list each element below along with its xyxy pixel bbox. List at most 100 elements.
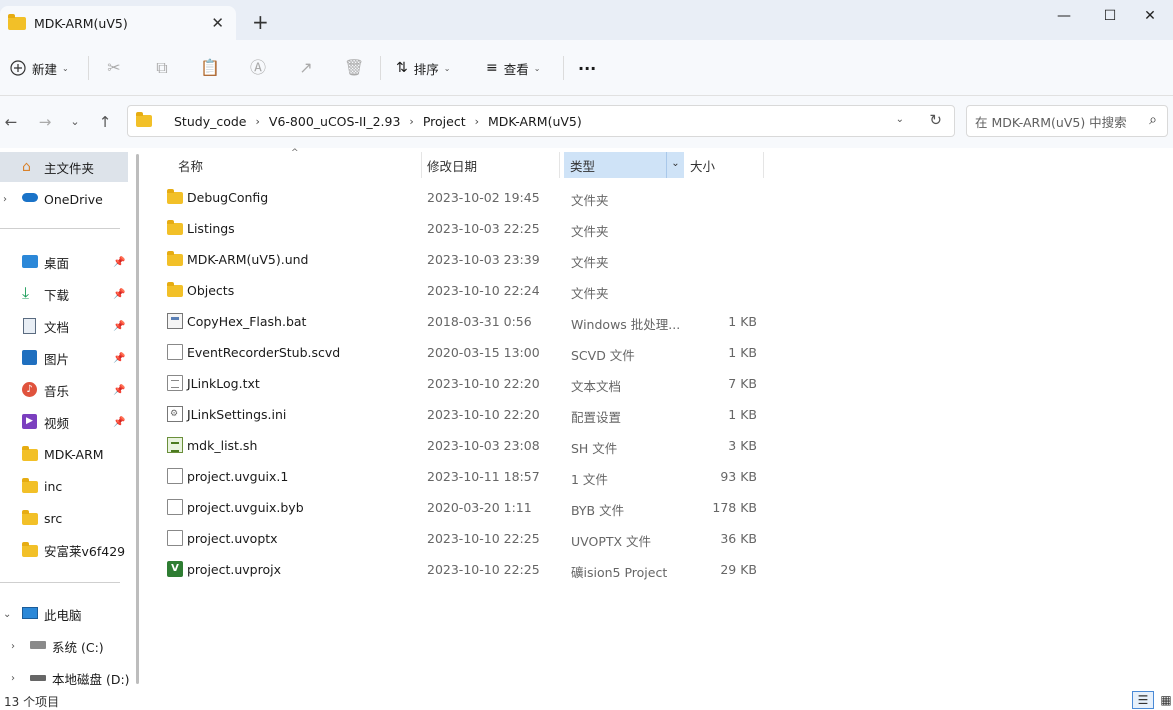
- new-label: 新建: [32, 61, 58, 77]
- pin-icon[interactable]: 📌: [113, 289, 125, 300]
- drive-icon: [30, 641, 46, 649]
- chevron-down-icon[interactable]: ⌄: [3, 609, 11, 620]
- file-row[interactable]: JLinkSettings.ini 2023-10-10 22:20 配置设置 1 K…: [163, 399, 783, 430]
- folder-icon: [22, 510, 38, 525]
- sidebar-item-videos[interactable]: ▶ 视频 📌: [0, 407, 128, 437]
- search-input[interactable]: 在 MDK-ARM(uV5) 中搜索 ⌕: [966, 105, 1168, 137]
- new-tab-button[interactable]: +: [252, 12, 269, 32]
- sidebar-item-downloads[interactable]: ⤓ 下载 📌: [0, 279, 128, 309]
- sort-button[interactable]: ⇅ 排序 ⌄: [396, 54, 450, 82]
- paste-icon[interactable]: 📋: [200, 58, 220, 78]
- copy-icon[interactable]: ⧉: [152, 58, 172, 78]
- view-button[interactable]: ≡ 查看 ⌄: [486, 54, 540, 82]
- address-dropdown-icon[interactable]: ⌄: [896, 114, 904, 125]
- file-row[interactable]: project.uvguix.byb 2020-03-20 1:11 BYB 文件 1…: [163, 492, 783, 523]
- file-row[interactable]: CopyHex_Flash.bat 2018-03-31 0:56 Windows …: [163, 306, 783, 337]
- file-row[interactable]: MDK-ARM(uV5).und 2023-10-03 23:39 文件夹: [163, 244, 783, 275]
- sidebar-item-mdk-arm[interactable]: MDK-ARM: [0, 439, 128, 469]
- file-row[interactable]: mdk_list.sh 2023-10-03 23:08 SH 文件 3 KB: [163, 430, 783, 461]
- chevron-right-icon[interactable]: ›: [11, 673, 15, 684]
- pin-icon[interactable]: 📌: [113, 353, 125, 364]
- column-header-size[interactable]: 大小: [690, 152, 715, 178]
- up-button[interactable]: ↑: [94, 112, 116, 132]
- chevron-right-icon[interactable]: ›: [409, 115, 413, 128]
- sidebar-item-src[interactable]: src: [0, 503, 128, 533]
- sidebar-item-inc[interactable]: inc: [0, 471, 128, 501]
- file-type: 配置设置: [571, 410, 622, 425]
- tab-mdk-arm[interactable]: MDK-ARM(uV5) ✕: [0, 6, 236, 40]
- breadcrumb-v6-800[interactable]: V6-800_uCOS-II_2.93: [269, 114, 401, 129]
- file-row[interactable]: project.uvguix.1 2023-10-11 18:57 1 文件 93 K…: [163, 461, 783, 492]
- pin-icon[interactable]: 📌: [113, 257, 125, 268]
- close-tab-icon[interactable]: ✕: [211, 14, 224, 32]
- delete-icon[interactable]: 🗑: [344, 58, 364, 78]
- chevron-down-icon[interactable]: ⌄: [666, 152, 684, 178]
- column-header-date[interactable]: 修改日期: [427, 152, 477, 178]
- status-bar: 13 个项目 ☰ ▦: [0, 690, 1173, 710]
- sidebar-item-this-pc[interactable]: ⌄ 此电脑: [0, 599, 128, 629]
- file-row[interactable]: Objects 2023-10-10 22:24 文件夹: [163, 275, 783, 306]
- column-header-type[interactable]: 类型 ⌄: [564, 152, 684, 178]
- pictures-icon: [22, 350, 37, 365]
- sidebar-label: src: [44, 510, 63, 526]
- sidebar-item-home[interactable]: ⌂ 主文件夹: [0, 152, 128, 182]
- sidebar-item-anfulai[interactable]: 安富莱v6f429: [0, 535, 128, 565]
- file-name: JLinkLog.txt: [187, 376, 260, 391]
- breadcrumb-project[interactable]: Project: [423, 114, 466, 129]
- file-icon: [167, 530, 183, 546]
- sidebar-item-drive-c[interactable]: › 系统 (C:): [0, 631, 128, 661]
- script-file-icon: [167, 437, 183, 453]
- refresh-icon[interactable]: ↻: [929, 111, 942, 129]
- sidebar-item-onedrive[interactable]: › OneDrive: [0, 184, 128, 214]
- breadcrumb-study-code[interactable]: Study_code: [174, 114, 247, 129]
- file-row[interactable]: JLinkLog.txt 2023-10-10 22:20 文本文档 7 KB: [163, 368, 783, 399]
- column-header-name[interactable]: 名称: [178, 152, 203, 178]
- file-row[interactable]: Listings 2023-10-03 22:25 文件夹: [163, 213, 783, 244]
- column-divider[interactable]: [763, 152, 764, 178]
- column-divider[interactable]: [559, 152, 560, 178]
- minimize-button[interactable]: —: [1041, 0, 1087, 32]
- breadcrumb-mdk-arm[interactable]: MDK-ARM(uV5): [488, 114, 582, 129]
- file-row[interactable]: Vproject.uvprojx 2023-10-10 22:25 礦ision5 …: [163, 554, 783, 585]
- back-button[interactable]: ←: [0, 112, 22, 132]
- share-icon[interactable]: ↗: [296, 58, 316, 78]
- pin-icon[interactable]: 📌: [113, 321, 125, 332]
- sidebar-item-documents[interactable]: 文档 📌: [0, 311, 128, 341]
- file-size: 29 KB: [720, 562, 757, 577]
- sidebar-scrollbar[interactable]: [136, 154, 139, 684]
- rename-icon[interactable]: Ⓐ: [248, 58, 268, 78]
- tiles-view-button[interactable]: ▦: [1155, 691, 1173, 709]
- chevron-right-icon[interactable]: ›: [256, 115, 260, 128]
- search-icon[interactable]: ⌕: [1149, 112, 1157, 128]
- command-bar: 新建 ⌄ ✂ ⧉ 📋 Ⓐ ↗ 🗑 ⇅ 排序 ⌄ ≡ 查看 ⌄ ···: [0, 40, 1173, 96]
- file-date: 2023-10-10 22:24: [427, 283, 540, 298]
- details-view-button[interactable]: ☰: [1132, 691, 1154, 709]
- close-window-button[interactable]: ✕: [1127, 0, 1173, 32]
- sidebar-item-desktop[interactable]: 桌面 📌: [0, 247, 128, 277]
- file-date: 2023-10-02 19:45: [427, 190, 540, 205]
- plus-circle-icon: [10, 60, 26, 76]
- column-divider[interactable]: [421, 152, 422, 178]
- chevron-right-icon[interactable]: ›: [475, 115, 479, 128]
- sidebar-item-drive-d[interactable]: › 本地磁盘 (D:): [0, 663, 130, 693]
- file-date: 2023-10-10 22:25: [427, 531, 540, 546]
- new-button[interactable]: 新建 ⌄: [10, 54, 69, 82]
- recent-locations-button[interactable]: ⌄: [64, 112, 86, 132]
- pin-icon[interactable]: 📌: [113, 417, 125, 428]
- file-type: SH 文件: [571, 441, 618, 456]
- more-options-button[interactable]: ···: [578, 54, 596, 82]
- forward-button[interactable]: →: [34, 112, 56, 132]
- chevron-right-icon[interactable]: ›: [11, 641, 15, 652]
- cut-icon[interactable]: ✂: [104, 58, 124, 78]
- divider: [563, 56, 564, 80]
- sidebar-item-pictures[interactable]: 图片 📌: [0, 343, 128, 373]
- address-bar[interactable]: Study_code › V6-800_uCOS-II_2.93 › Proje…: [127, 105, 955, 137]
- file-row[interactable]: project.uvoptx 2023-10-10 22:25 UVOPTX 文件 3…: [163, 523, 783, 554]
- file-row[interactable]: EventRecorderStub.scvd 2020-03-15 13:00 SC…: [163, 337, 783, 368]
- divider: [88, 56, 89, 80]
- chevron-right-icon[interactable]: ›: [3, 194, 7, 205]
- pin-icon[interactable]: 📌: [113, 385, 125, 396]
- file-icon: [167, 468, 183, 484]
- file-row[interactable]: DebugConfig 2023-10-02 19:45 文件夹: [163, 182, 783, 213]
- sidebar-item-music[interactable]: ♪ 音乐 📌: [0, 375, 128, 405]
